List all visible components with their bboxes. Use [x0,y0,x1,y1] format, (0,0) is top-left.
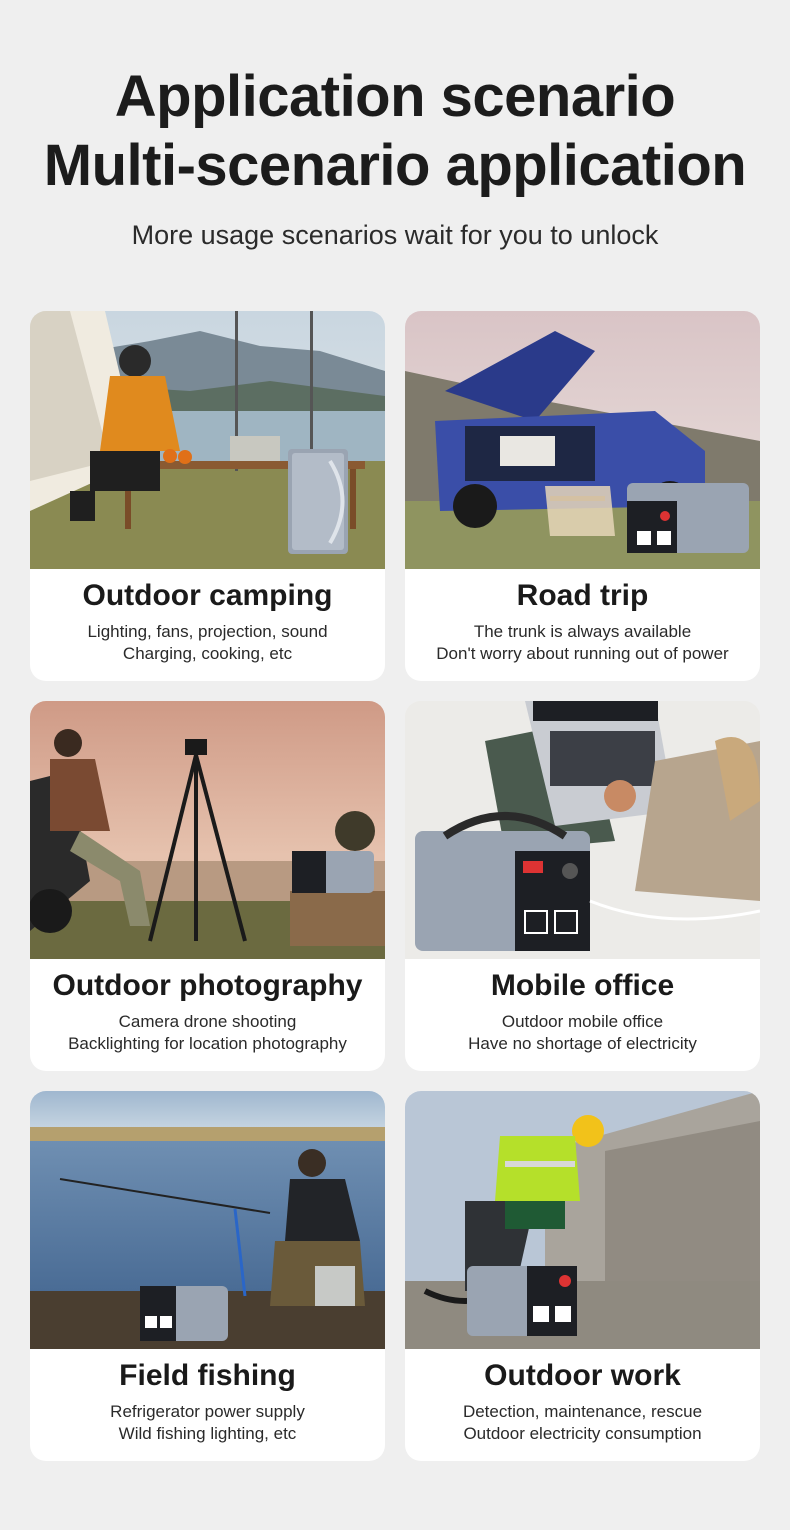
outdoor-work-photo [405,1091,760,1349]
scenario-description-line-1: Detection, maintenance, rescue [462,1402,703,1421]
scenario-description-line-2: Outdoor electricity consumption [463,1424,702,1443]
camping-photo [30,311,385,569]
scenario-card-mobile-office: Mobile office Outdoor mobile office Have… [405,701,760,1071]
scenario-title: Mobile office [490,969,675,1002]
page-title-line-1: Application scenario [114,64,676,129]
scenario-title: Outdoor photography [52,969,363,1002]
scenario-card-outdoor-photography: Outdoor photography Camera drone shootin… [30,701,385,1071]
fishing-photo [30,1091,385,1349]
scenario-description-line-2: Backlighting for location photography [68,1034,347,1053]
scenario-description-line-2: Don't worry about running out of power [436,644,729,663]
scenario-title: Field fishing [119,1359,296,1392]
scenario-title: Outdoor camping [82,579,333,612]
scenario-description-line-1: Outdoor mobile office [501,1012,664,1031]
photography-photo [30,701,385,959]
scenario-card-outdoor-camping: Outdoor camping Lighting, fans, projecti… [30,311,385,681]
scenario-card-field-fishing: Field fishing Refrigerator power supply … [30,1091,385,1461]
scenario-card-outdoor-work: Outdoor work Detection, maintenance, res… [405,1091,760,1461]
scenario-description-line-1: Camera drone shooting [118,1012,297,1031]
scenario-description-line-2: Have no shortage of electricity [468,1034,697,1053]
road-trip-photo [405,311,760,569]
scenario-description-line-1: The trunk is always available [473,622,692,641]
page-title-line-2: Multi-scenario application [43,133,747,198]
scenario-description-line-2: Wild fishing lighting, etc [118,1424,297,1443]
page-subtitle: More usage scenarios wait for you to unl… [131,220,659,250]
scenario-description-line-1: Refrigerator power supply [110,1402,305,1421]
scenario-card-road-trip: Road trip The trunk is always available … [405,311,760,681]
scenario-description-line-1: Lighting, fans, projection, sound [87,622,328,641]
scenario-title: Road trip [516,579,649,612]
mobile-office-photo [405,701,760,959]
scenario-title: Outdoor work [484,1359,681,1392]
scenario-description-line-2: Charging, cooking, etc [122,644,293,663]
